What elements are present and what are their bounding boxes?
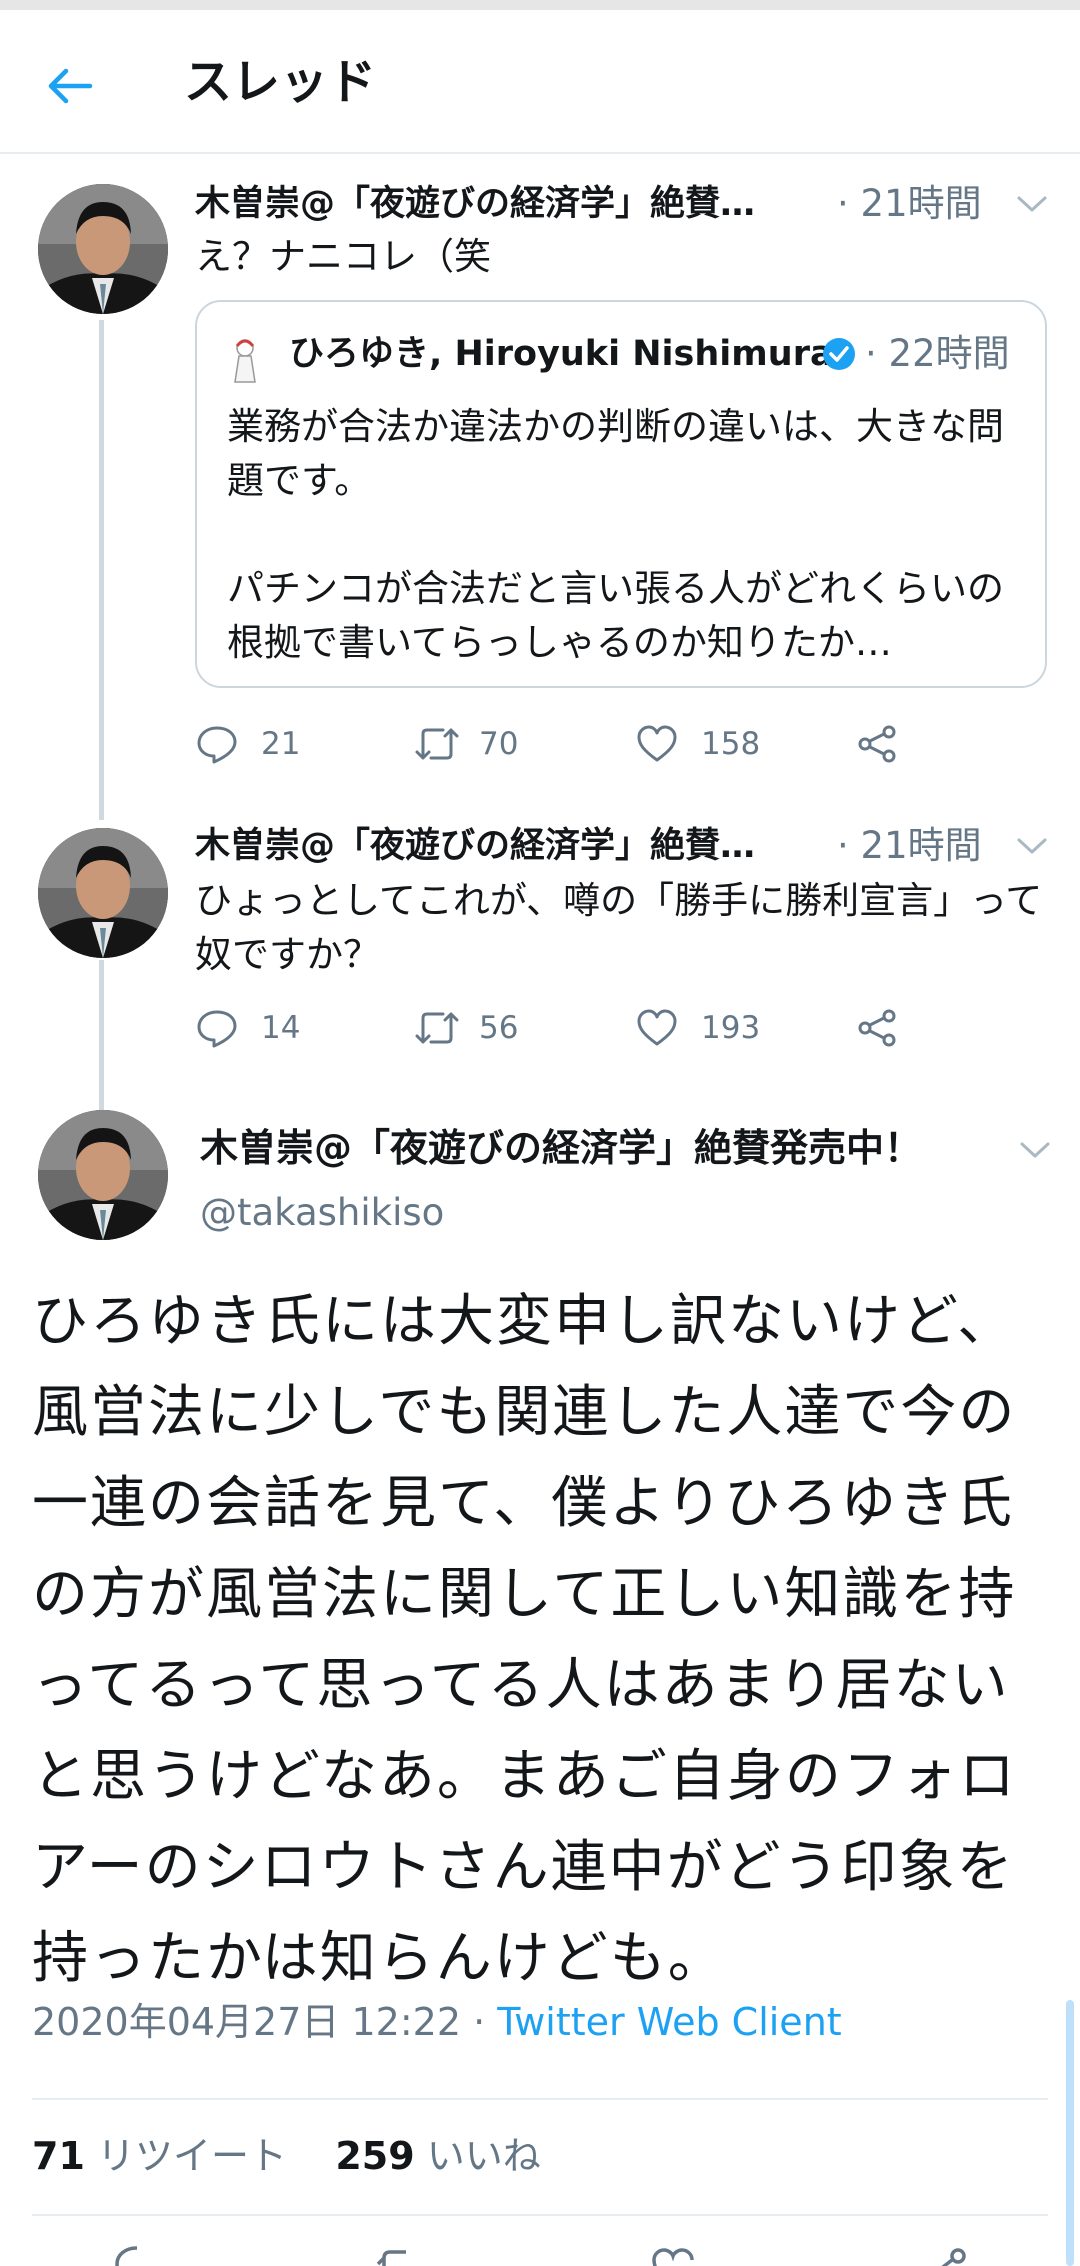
avatar[interactable] — [38, 828, 168, 958]
reply-count: 14 — [261, 1010, 301, 1046]
tweet-text: え？ナニコレ（笑 — [195, 235, 491, 278]
retweet-label: リツイート — [96, 2134, 287, 2178]
share-icon — [858, 725, 896, 763]
tweet-header: 木曽崇@「夜遊びの経済学」絶賛… · 21時間 — [195, 178, 1065, 230]
tweet-text: ひろゆき氏には大変申し訳ないけど、風営法に少しでも関連した人達で今の一連の会話を… — [32, 1289, 1017, 1991]
author-name[interactable]: 木曽崇@「夜遊びの経済学」絶賛… — [195, 820, 825, 872]
like-total: 259 — [335, 2134, 415, 2178]
heart-icon — [637, 725, 677, 762]
tweet-header: 木曽崇@「夜遊びの経済学」絶賛… · 21時間 — [195, 820, 1065, 872]
back-arrow-icon[interactable] — [44, 60, 96, 112]
divider — [32, 2214, 1048, 2216]
quoted-avatar — [234, 339, 256, 383]
page-title: スレッド — [184, 54, 377, 110]
author-handle[interactable]: @takashikiso — [200, 1186, 444, 1240]
retweet-icon — [415, 1012, 459, 1044]
main-action-bar — [0, 2238, 1080, 2266]
tweet-time: · 21時間 — [837, 182, 982, 225]
app-header: スレッド — [0, 10, 1080, 154]
retweet-count: 70 — [479, 726, 519, 762]
reply-icon[interactable] — [112, 2244, 162, 2266]
heart-icon — [637, 1009, 677, 1046]
retweet-icon[interactable] — [372, 2244, 426, 2266]
tweet-actions: 14 56 193 — [195, 1002, 915, 1054]
avatar[interactable] — [38, 1110, 168, 1240]
share-icon — [858, 1009, 896, 1047]
verified-badge-icon — [823, 338, 855, 370]
avatar[interactable] — [38, 184, 168, 314]
quoted-time: · 22時間 — [865, 332, 1010, 375]
retweet-count: 56 — [479, 1010, 519, 1046]
reply-count: 21 — [261, 726, 301, 762]
author-name[interactable]: 木曽崇@「夜遊びの経済学」絶賛発売中！ — [200, 1120, 922, 1176]
divider — [32, 2098, 1048, 2100]
like-stat[interactable]: 259 いいね — [335, 2134, 540, 2178]
tweet-meta: 2020年04月27日 12:22 · Twitter Web Client — [32, 1994, 842, 2050]
reply-icon — [197, 1010, 237, 1048]
thread-line — [99, 960, 104, 1110]
chevron-down-icon[interactable] — [1018, 1138, 1052, 1162]
like-label: いいね — [426, 2134, 541, 2178]
quoted-author-name: ひろゆき, Hiroyuki Nishimura — [289, 334, 834, 374]
tweet-actions: 21 70 158 — [195, 718, 915, 770]
retweet-icon — [415, 728, 459, 760]
quoted-tweet[interactable]: ひろゆき, Hiroyuki Nishimura · 22時間 業務が合法か違法… — [195, 300, 1047, 688]
tweet-date: 2020年04月27日 12:22 — [32, 2000, 462, 2044]
quoted-text: 業務が合法か違法かの判断の違いは、大きな問題です。 パチンコが合法だと言い張る人… — [227, 405, 1004, 664]
meta-separator: · — [473, 2000, 486, 2044]
client-link[interactable]: Twitter Web Client — [497, 2000, 841, 2044]
reply-icon — [197, 726, 237, 764]
share-icon[interactable] — [920, 2244, 970, 2266]
scrollbar[interactable] — [1066, 2000, 1074, 2266]
author-name[interactable]: 木曽崇@「夜遊びの経済学」絶賛… — [195, 178, 825, 230]
like-count: 158 — [701, 726, 761, 762]
tweet-text: ひょっとしてこれが、噂の「勝手に勝利宣言」って奴ですか？ — [195, 879, 1043, 976]
chevron-down-icon[interactable] — [1015, 834, 1049, 858]
like-count: 193 — [701, 1010, 761, 1046]
heart-icon[interactable] — [648, 2246, 698, 2266]
thread-line — [99, 320, 104, 820]
tweet-time: · 21時間 — [837, 824, 982, 867]
retweet-total: 71 — [32, 2134, 85, 2178]
retweet-stat[interactable]: 71 リツイート — [32, 2134, 287, 2178]
status-strip — [0, 0, 1080, 10]
chevron-down-icon[interactable] — [1015, 192, 1049, 216]
engagement-stats: 71 リツイート 259 いいね — [32, 2128, 541, 2184]
